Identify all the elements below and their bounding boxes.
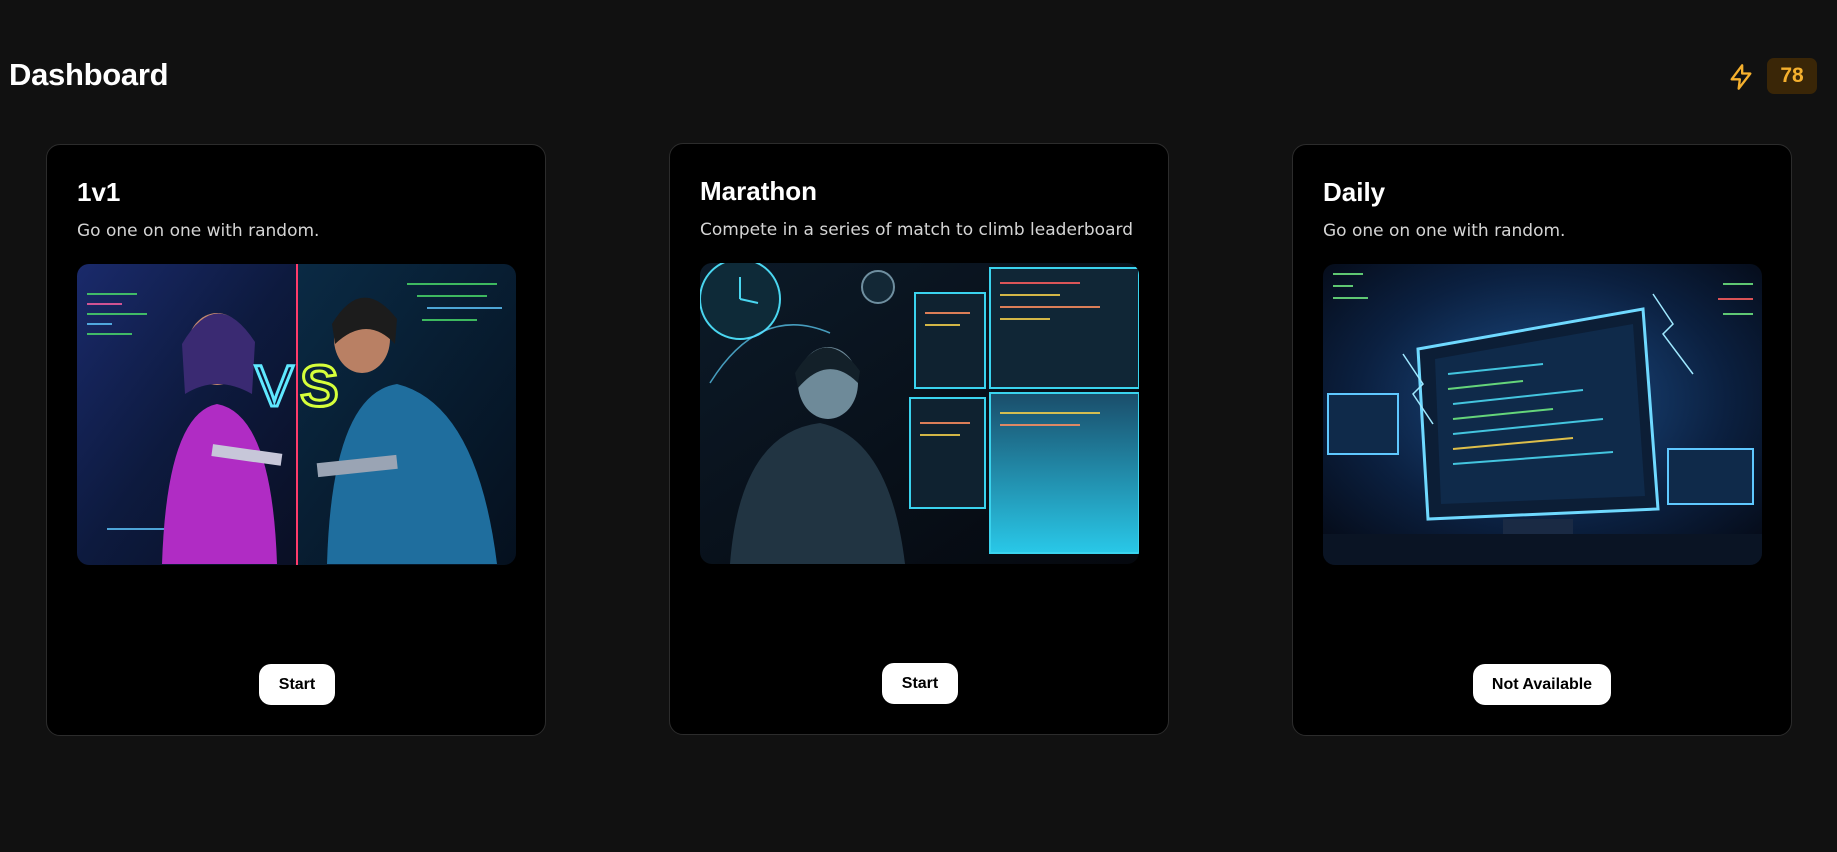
card-description: Compete in a series of match to climb le… [700, 220, 1133, 240]
lightning-bolt-icon [1727, 62, 1755, 92]
card-daily: Daily Go one on one with random. Not Ava… [1292, 144, 1792, 736]
card-title: 1v1 [77, 177, 121, 207]
svg-text:S: S [300, 354, 339, 419]
start-marathon-button[interactable]: Start [882, 663, 958, 704]
card-marathon: Marathon Compete in a series of match to… [669, 143, 1169, 735]
card-description: Go one on one with random. [77, 221, 320, 241]
card-1v1: 1v1 Go one on one with random. V S Start [46, 144, 546, 736]
energy-count-badge: 78 [1767, 58, 1817, 94]
glowing-monitor-code-image [1323, 264, 1762, 565]
card-title: Marathon [700, 176, 817, 206]
card-description: Go one on one with random. [1323, 221, 1566, 241]
not-available-button[interactable]: Not Available [1473, 664, 1611, 705]
svg-text:V: V [255, 354, 294, 419]
start-1v1-button[interactable]: Start [259, 664, 335, 705]
two-coders-versus-image: V S [77, 264, 516, 565]
header: Dashboard 78 [0, 0, 1837, 140]
card-title: Daily [1323, 177, 1386, 207]
page-title: Dashboard [9, 57, 169, 92]
coder-at-multiple-monitors-image [700, 263, 1139, 564]
